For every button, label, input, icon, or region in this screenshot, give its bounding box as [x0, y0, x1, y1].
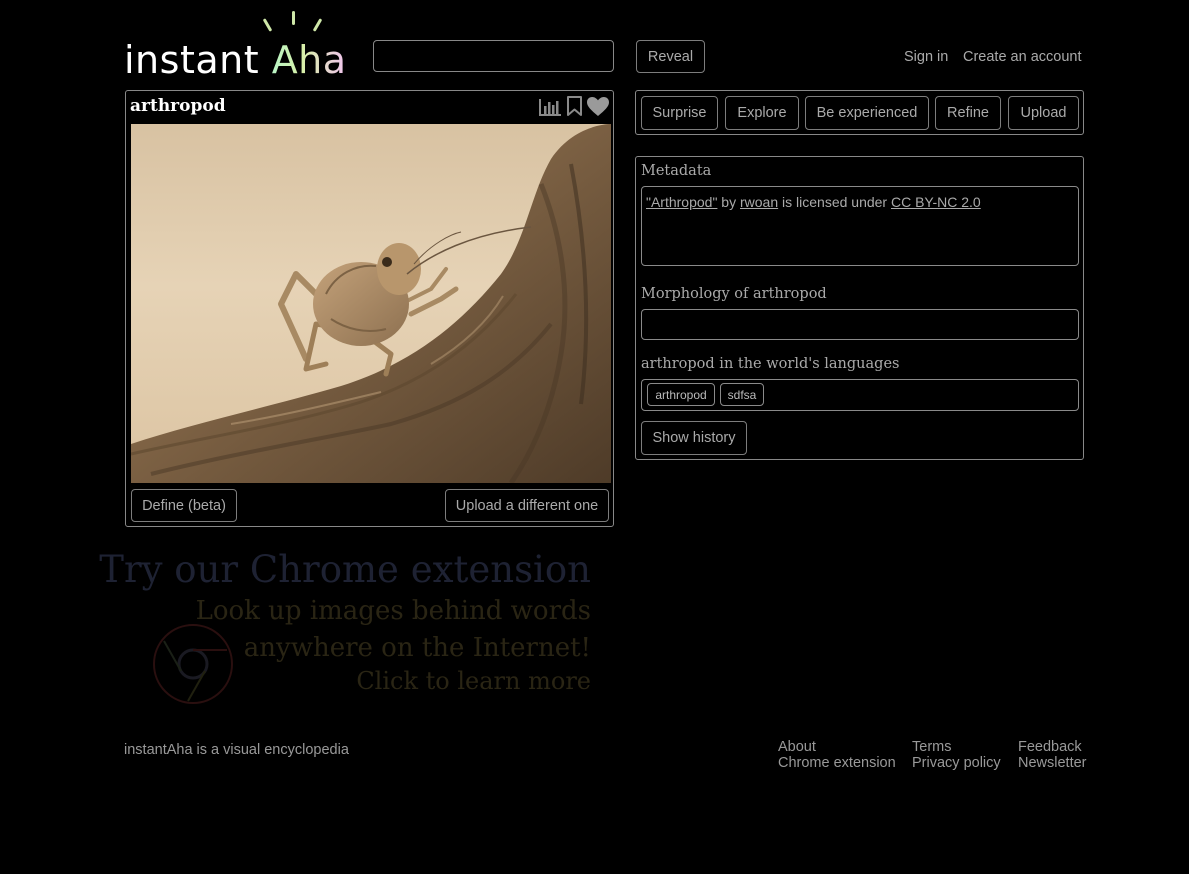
logo[interactable]: instant Aha [124, 8, 346, 82]
logo-ray [262, 18, 273, 32]
stats-icon[interactable] [538, 97, 562, 117]
footer-privacy-link[interactable]: Privacy policy [912, 755, 1001, 771]
be-experienced-button[interactable]: Be experienced [805, 96, 929, 130]
license-link[interactable]: CC BY-NC 2.0 [891, 194, 981, 210]
morphology-heading: Morphology of arthropod [641, 286, 827, 302]
footer-chrome-extension-link[interactable]: Chrome extension [778, 755, 896, 771]
surprise-button[interactable]: Surprise [641, 96, 718, 130]
image-title-link[interactable]: "Arthropod" [646, 194, 717, 210]
metadata-heading: Metadata [641, 163, 712, 179]
promo-title: Try our Chrome extension [99, 548, 591, 591]
bookmark-icon[interactable] [566, 96, 583, 117]
word-title: arthropod [130, 96, 226, 116]
arthropod-photo [131, 124, 611, 483]
language-tag[interactable]: arthropod [647, 383, 715, 406]
footer-tagline: instantAha is a visual encyclopedia [124, 742, 349, 758]
logo-ray [292, 11, 295, 25]
sign-in-link[interactable]: Sign in [904, 49, 948, 65]
upload-button[interactable]: Upload [1008, 96, 1079, 130]
logo-wordmark: instant Aha [124, 38, 347, 82]
metadata-box: "Arthropod" by rwoan is licensed under C… [641, 186, 1079, 266]
footer-newsletter-link[interactable]: Newsletter [1018, 755, 1087, 771]
search-input[interactable] [373, 40, 614, 72]
author-link[interactable]: rwoan [740, 194, 778, 210]
footer-about-link[interactable]: About [778, 739, 816, 755]
refine-button[interactable]: Refine [935, 96, 1001, 130]
define-button[interactable]: Define (beta) [131, 489, 237, 522]
create-account-link[interactable]: Create an account [963, 49, 1082, 65]
morphology-field[interactable] [641, 309, 1079, 340]
upload-different-button[interactable]: Upload a different one [445, 489, 609, 522]
show-history-button[interactable]: Show history [641, 421, 747, 455]
reveal-button[interactable]: Reveal [636, 40, 705, 73]
language-tag[interactable]: sdfsa [720, 383, 764, 406]
promo-cta: Click to learn more [356, 667, 591, 695]
footer-feedback-link[interactable]: Feedback [1018, 739, 1082, 755]
attribution-text: "Arthropod" by rwoan is licensed under C… [646, 194, 981, 210]
explore-button[interactable]: Explore [725, 96, 799, 130]
word-image[interactable] [131, 124, 611, 483]
chrome-extension-promo[interactable]: Try our Chrome extension Look up images … [99, 540, 600, 710]
promo-line: anywhere on the Internet! [243, 633, 591, 663]
languages-heading: arthropod in the world's languages [641, 356, 900, 372]
heart-icon[interactable] [586, 96, 610, 117]
footer-terms-link[interactable]: Terms [912, 739, 951, 755]
promo-line: Look up images behind words [195, 596, 591, 626]
logo-ray [312, 18, 323, 32]
chrome-icon [153, 624, 233, 704]
